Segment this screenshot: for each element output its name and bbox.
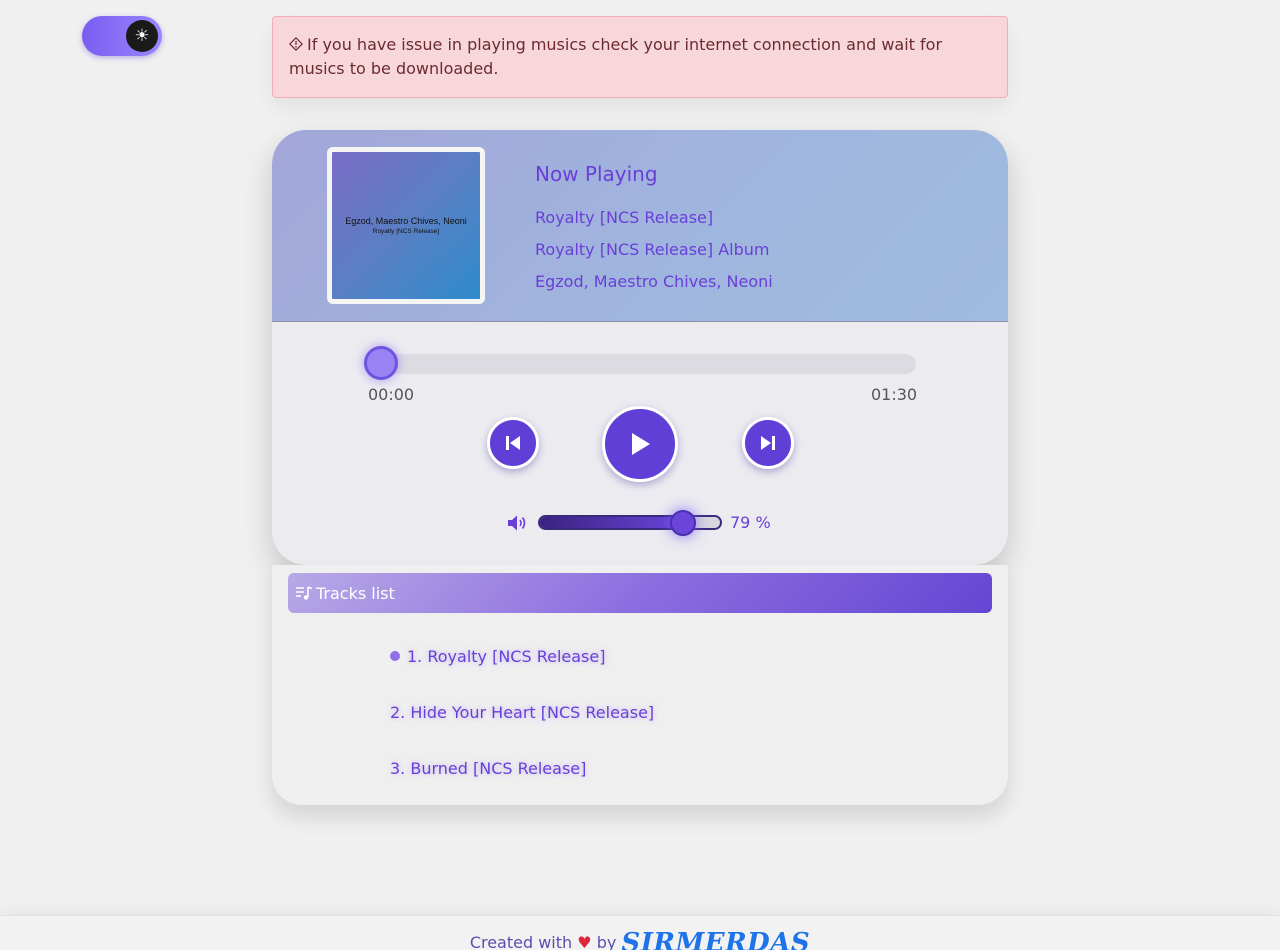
alert-text: If you have issue in playing musics chec… xyxy=(289,35,943,78)
player-header: Egzod, Maestro Chives, Neoni Royalty [NC… xyxy=(272,130,1008,322)
play-button[interactable] xyxy=(602,406,678,482)
progress-thumb[interactable] xyxy=(364,346,398,380)
previous-icon xyxy=(506,436,520,450)
volume-fill xyxy=(540,517,683,528)
heart-icon: ♥ xyxy=(577,933,592,950)
next-icon xyxy=(761,436,775,450)
track-item[interactable]: 2. Hide Your Heart [NCS Release] xyxy=(390,703,654,722)
track-label: 3. Burned [NCS Release] xyxy=(390,759,587,778)
warning-diamond-icon xyxy=(289,37,303,51)
active-track-dot xyxy=(390,651,400,661)
cover-artist: Egzod, Maestro Chives, Neoni xyxy=(345,216,467,226)
next-button[interactable] xyxy=(742,417,794,469)
cover-title: Royalty [NCS Release] xyxy=(372,228,440,235)
tracks-list-title: Tracks list xyxy=(316,583,395,603)
play-icon xyxy=(632,433,650,455)
volume-percent: 79 % xyxy=(730,513,771,532)
tracks-panel: Tracks list 1. Royalty [NCS Release] 2. … xyxy=(272,565,1008,805)
song-title: Royalty [NCS Release] xyxy=(535,208,714,227)
theme-toggle[interactable]: ☀ xyxy=(82,16,162,56)
footer-created-with: Created with xyxy=(469,933,573,950)
sun-icon: ☀ xyxy=(126,20,158,52)
previous-button[interactable] xyxy=(487,417,539,469)
album-cover: Egzod, Maestro Chives, Neoni Royalty [NC… xyxy=(327,147,485,304)
album-name: Royalty [NCS Release] Album xyxy=(535,240,770,259)
track-item[interactable]: 3. Burned [NCS Release] xyxy=(390,759,586,778)
progress-bar[interactable] xyxy=(368,354,916,374)
track-label: 2. Hide Your Heart [NCS Release] xyxy=(390,703,655,722)
track-item[interactable]: 1. Royalty [NCS Release] xyxy=(390,647,605,666)
now-playing-label: Now Playing xyxy=(535,162,658,186)
internet-warning-alert: If you have issue in playing musics chec… xyxy=(272,16,1008,98)
current-time: 00:00 xyxy=(368,385,415,404)
track-label: 1. Royalty [NCS Release] xyxy=(407,647,606,666)
footer-by: by xyxy=(596,933,617,950)
duration: 01:30 xyxy=(871,385,918,404)
music-player: Egzod, Maestro Chives, Neoni Royalty [NC… xyxy=(272,130,1008,565)
music-list-icon xyxy=(296,586,313,600)
artist-name: Egzod, Maestro Chives, Neoni xyxy=(535,272,773,291)
volume-thumb[interactable] xyxy=(670,510,697,536)
author-link[interactable]: SIRMERDAS xyxy=(621,928,810,950)
footer: Created with ♥ by SIRMERDAS xyxy=(0,915,1280,950)
volume-icon[interactable] xyxy=(507,514,529,532)
tracks-list-header: Tracks list xyxy=(288,573,992,613)
